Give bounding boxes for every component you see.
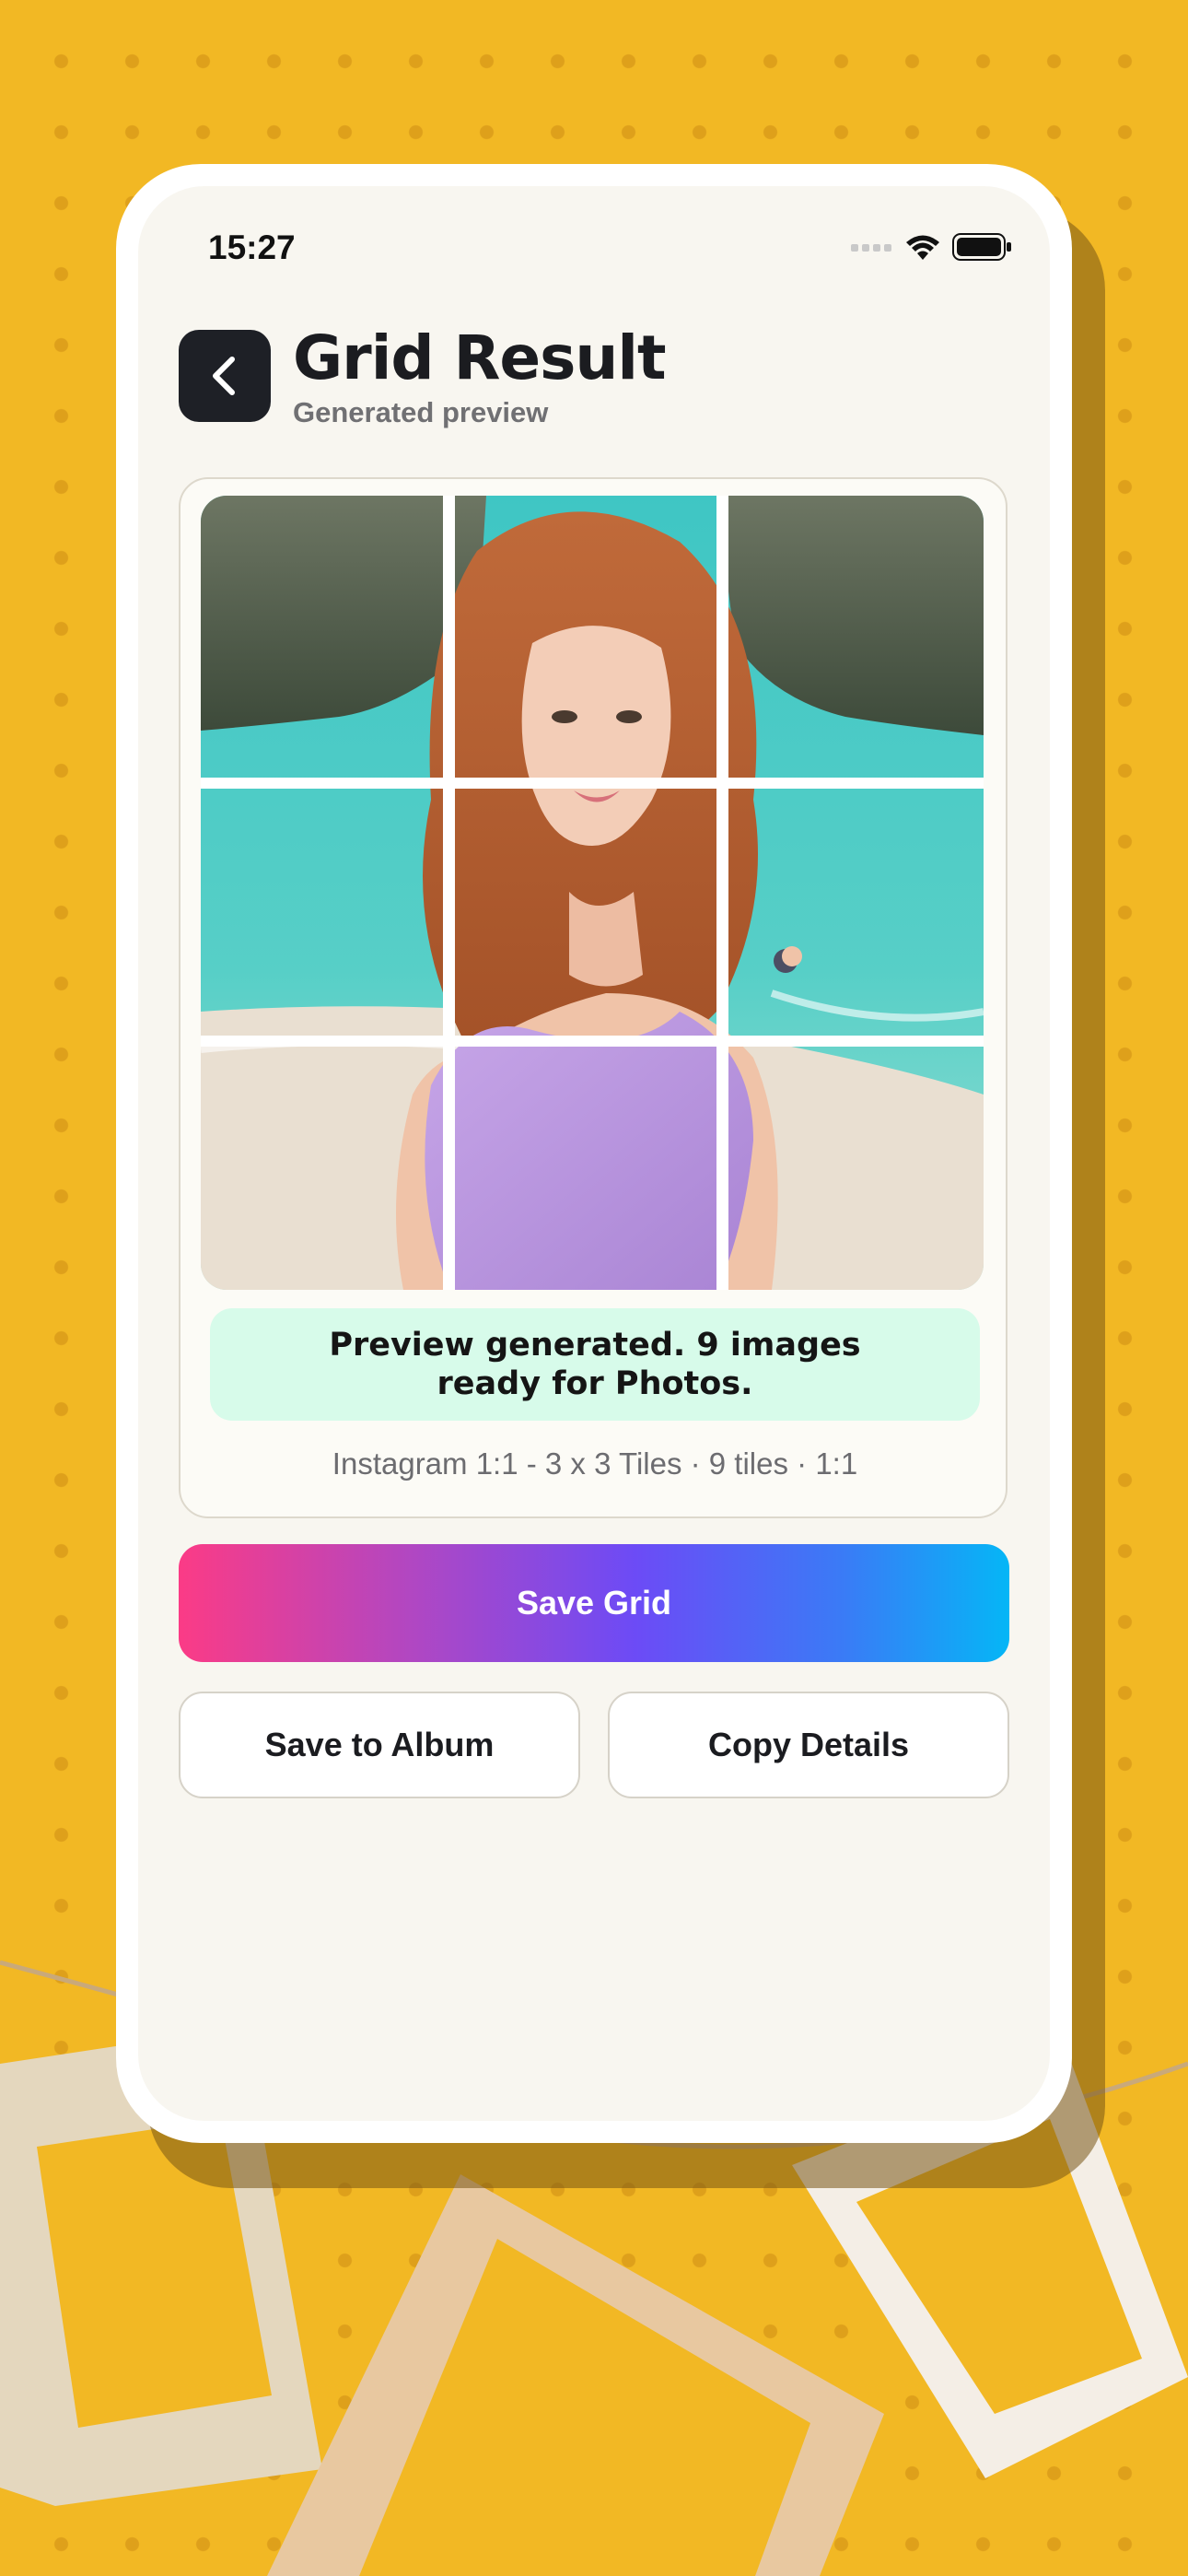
grid-preview[interactable] bbox=[201, 496, 984, 1290]
back-button[interactable] bbox=[179, 330, 271, 422]
phone-frame: 15:27 Grid Result Generated preview Prev… bbox=[116, 164, 1072, 2143]
success-notice-text: Preview generated. 9 images ready for Ph… bbox=[329, 1327, 861, 1402]
page-title: Grid Result bbox=[293, 322, 667, 393]
copy-details-button[interactable]: Copy Details bbox=[608, 1692, 1009, 1798]
battery-icon bbox=[952, 233, 1011, 261]
wifi-icon bbox=[906, 235, 939, 260]
grid-divider bbox=[716, 496, 728, 1290]
status-time: 15:27 bbox=[208, 228, 296, 266]
preview-photo bbox=[201, 496, 984, 1290]
grid-divider bbox=[201, 778, 984, 789]
cellular-signal-icon bbox=[851, 244, 891, 252]
decorative-frame bbox=[267, 2174, 884, 2576]
success-notice: Preview generated. 9 images ready for Ph… bbox=[210, 1308, 980, 1421]
preview-card: Preview generated. 9 images ready for Ph… bbox=[179, 477, 1007, 1518]
chevron-left-icon bbox=[213, 357, 235, 395]
grid-details: Instagram 1:1 - 3 x 3 Tiles · 9 tiles · … bbox=[332, 1446, 858, 1481]
grid-divider bbox=[201, 1036, 984, 1047]
grid-divider bbox=[443, 496, 455, 1290]
save-to-album-button[interactable]: Save to Album bbox=[179, 1692, 580, 1798]
save-grid-button[interactable]: Save Grid bbox=[179, 1544, 1009, 1662]
page-subtitle: Generated preview bbox=[293, 396, 549, 428]
status-icons bbox=[851, 232, 1013, 262]
app-screen: 15:27 Grid Result Generated preview Prev… bbox=[138, 186, 1050, 2121]
